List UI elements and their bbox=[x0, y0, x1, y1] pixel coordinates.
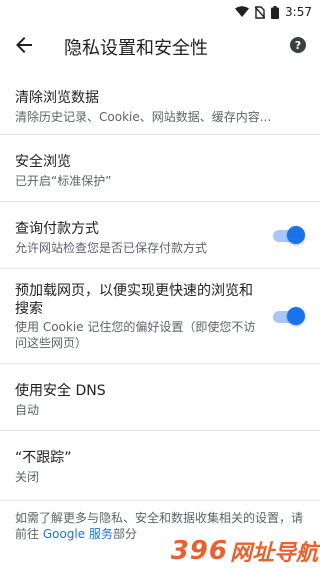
setting-subtitle: 关闭 bbox=[15, 470, 40, 484]
setting-title: “不跟踪” bbox=[15, 450, 72, 466]
toggle-thumb bbox=[287, 226, 305, 244]
setting-title: 预加载网页，以便实现更快速的浏览和搜索 bbox=[15, 283, 253, 317]
payment-methods-item[interactable]: 查询付款方式 允许网站检查您是否已保存付款方式 bbox=[0, 202, 320, 269]
setting-title: 查询付款方式 bbox=[15, 221, 99, 237]
do-not-track-item[interactable]: “不跟踪” 关闭 bbox=[0, 431, 320, 501]
setting-title: 使用安全 DNS bbox=[15, 383, 106, 399]
toggle-thumb bbox=[287, 307, 305, 325]
setting-title: 安全浏览 bbox=[15, 154, 71, 170]
wifi-icon bbox=[235, 6, 250, 18]
setting-subtitle: 已开启“标准保护” bbox=[15, 174, 112, 188]
watermark-logo: 396 网址导航 bbox=[171, 535, 318, 567]
setting-subtitle: 使用 Cookie 记住您的偏好设置（即使您不访问这些网页） bbox=[15, 320, 256, 350]
setting-title: 清除浏览数据 bbox=[15, 90, 99, 106]
footer-text-end: 部分 bbox=[112, 527, 137, 541]
arrow-back-icon bbox=[16, 37, 32, 57]
setting-subtitle: 清除历史记录、Cookie、网站数据、缓存内容... bbox=[15, 110, 272, 124]
watermark-number: 396 bbox=[170, 536, 228, 566]
setting-subtitle: 自动 bbox=[15, 403, 40, 417]
back-button[interactable] bbox=[0, 24, 48, 70]
battery-icon bbox=[271, 5, 280, 19]
google-services-link[interactable]: Google 服务 bbox=[43, 527, 113, 541]
setting-subtitle: 允许网站检查您是否已保存付款方式 bbox=[15, 241, 208, 255]
preload-pages-item[interactable]: 预加载网页，以便实现更快速的浏览和搜索 使用 Cookie 记住您的偏好设置（即… bbox=[0, 269, 320, 364]
watermark-text: 网址导航 bbox=[229, 541, 318, 566]
secure-dns-item[interactable]: 使用安全 DNS 自动 bbox=[0, 364, 320, 431]
payment-methods-toggle[interactable] bbox=[273, 226, 305, 244]
svg-text:?: ? bbox=[295, 39, 301, 52]
status-time: 3:57 bbox=[285, 5, 312, 19]
preload-pages-toggle[interactable] bbox=[273, 307, 305, 325]
clear-browsing-data-item[interactable]: 清除浏览数据 清除历史记录、Cookie、网站数据、缓存内容... bbox=[0, 70, 320, 135]
status-bar: 3:57 bbox=[0, 0, 320, 24]
app-bar: 隐私设置和安全性 ? bbox=[0, 24, 320, 70]
page-title: 隐私设置和安全性 bbox=[64, 38, 208, 59]
no-sim-icon bbox=[255, 5, 266, 19]
help-button[interactable]: ? bbox=[290, 37, 310, 57]
safe-browsing-item[interactable]: 安全浏览 已开启“标准保护” bbox=[0, 135, 320, 202]
help-icon: ? bbox=[290, 37, 306, 57]
